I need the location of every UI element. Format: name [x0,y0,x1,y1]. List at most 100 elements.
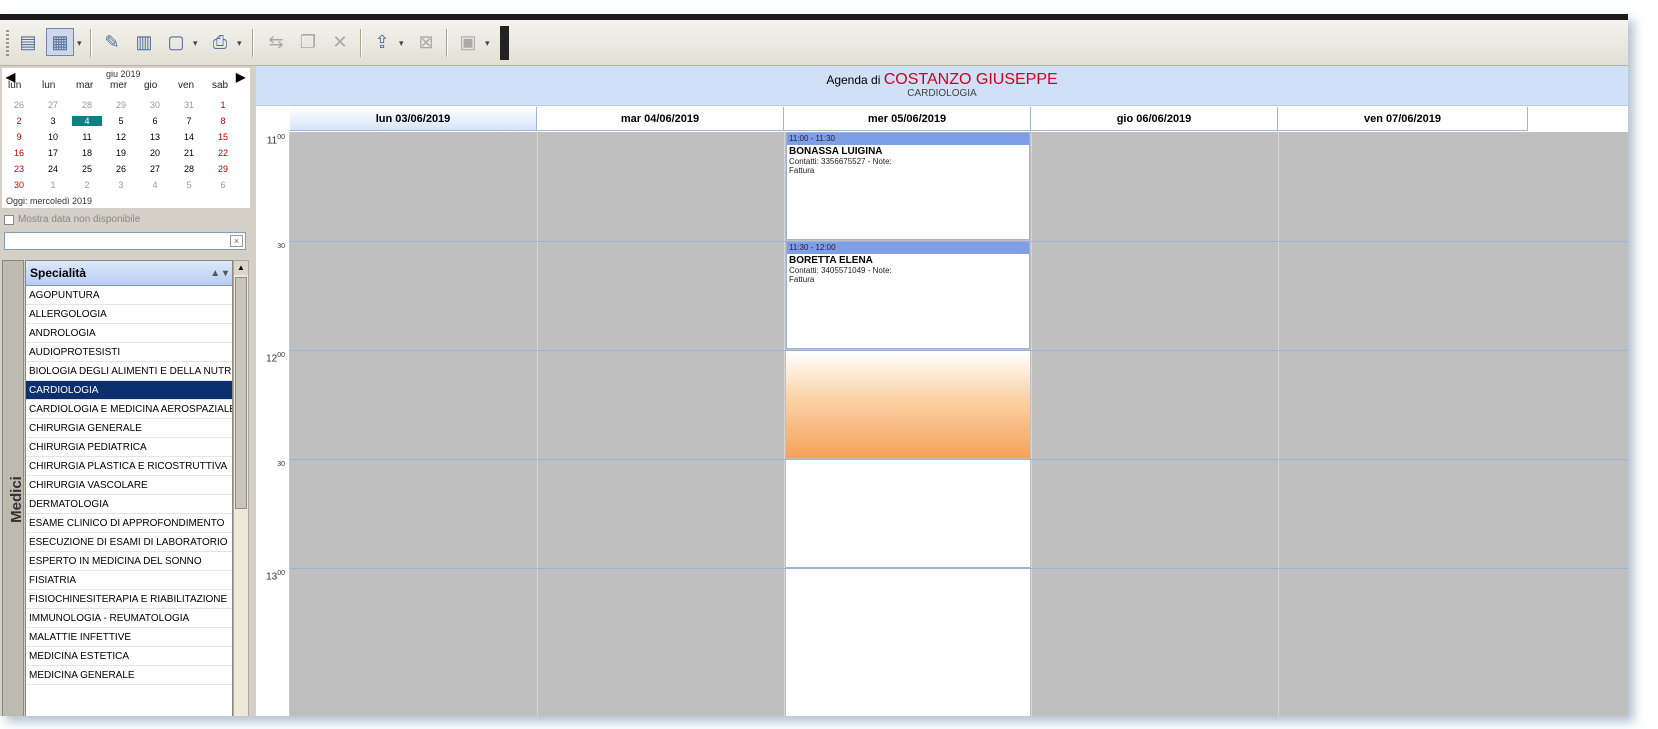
next-month-icon[interactable]: ▶ [236,70,245,84]
appointment[interactable]: 11:30 - 12:00 BORETTA ELENA Contatti: 3405… [786,241,1030,349]
scroll-up-icon[interactable]: ▲ [234,261,248,275]
calendar-month-label[interactable]: giu 2019 [106,69,141,79]
calendar-day[interactable]: 28 [174,164,204,174]
calendar-day[interactable]: 10 [38,132,68,142]
calendar-day[interactable]: 27 [140,164,170,174]
calendar-day[interactable]: 5 [106,116,136,126]
clear-icon[interactable]: × [230,235,243,247]
calendar-day[interactable]: 30 [140,100,170,110]
calendar-day[interactable]: 12 [106,132,136,142]
today-label[interactable]: Oggi: mercoledì 2019 [6,196,92,206]
calendar-day[interactable]: 13 [140,132,170,142]
day-header[interactable]: gio 06/06/2019 [1031,107,1278,131]
list-item[interactable]: DERMATOLOGIA [26,495,232,514]
list-item[interactable]: AUDIOPROTESISTI [26,343,232,362]
calendar-day[interactable]: 29 [208,164,238,174]
list-item[interactable]: BIOLOGIA DEGLI ALIMENTI E DELLA NUTR. [26,362,232,381]
calendar-day[interactable]: 7 [174,116,204,126]
calendar-day[interactable]: 31 [174,100,204,110]
settings-icon[interactable]: ▣ [454,28,482,56]
calendar-day[interactable]: 6 [140,116,170,126]
checkbox-icon[interactable] [4,214,14,225]
print-icon[interactable]: ⎙ [206,28,234,56]
calendar-day[interactable]: 4 [72,116,102,126]
calendar-day[interactable]: 16 [4,148,34,158]
document-icon[interactable]: ▥ [130,28,158,56]
chevron-down-icon[interactable]: ▾ [399,38,404,49]
list-item[interactable]: MEDICINA GENERALE [26,666,232,685]
list-item[interactable]: CHIRURGIA PLASTICA E RICOSTRUTTIVA [26,457,232,476]
list-item[interactable]: IMMUNOLOGIA - REUMATOLOGIA [26,609,232,628]
show-days-checkbox[interactable]: Mostra data non disponibile [4,214,140,225]
calendar-day[interactable]: 27 [38,100,68,110]
copy-appointment-icon[interactable]: ❐ [294,28,322,56]
calendar-day[interactable]: 29 [106,100,136,110]
calendar-day[interactable]: 30 [4,180,34,190]
sort-icon[interactable]: ▲ ▾ [210,261,228,286]
list-item[interactable]: CARDIOLOGIA [26,381,232,400]
week-view-icon[interactable]: ▦ [46,28,74,56]
calendar-day[interactable]: 2 [72,180,102,190]
calendar-day[interactable]: 28 [72,100,102,110]
excel-icon[interactable]: ⊠ [412,28,440,56]
unavailable-slot[interactable] [786,351,1030,458]
toolbar-grip[interactable] [6,30,9,56]
calendar-day[interactable]: 14 [174,132,204,142]
appointment[interactable]: 11:00 - 11:30 BONASSA LUIGINA Contatti: 33… [786,132,1030,240]
scrollbar-thumb[interactable] [235,277,247,509]
list-item[interactable]: ALLERGOLOGIA [26,305,232,324]
filter-input[interactable]: × [4,232,246,250]
day-header[interactable]: mar 04/06/2019 [537,107,784,131]
calendar-view-icon[interactable]: ▤ [14,28,42,56]
calendar-day[interactable]: 26 [106,164,136,174]
chevron-down-icon[interactable]: ▾ [193,38,198,49]
calendar-day[interactable]: 11 [72,132,102,142]
day-header[interactable]: mer 05/06/2019 [784,107,1031,131]
delete-icon[interactable]: ✕ [326,28,354,56]
calendar-day[interactable]: 24 [38,164,68,174]
calendar-day[interactable]: 9 [4,132,34,142]
specialita-scrollbar[interactable]: ▲ [233,260,249,716]
list-item[interactable]: CHIRURGIA VASCOLARE [26,476,232,495]
list-item[interactable]: ANDROLOGIA [26,324,232,343]
free-slot[interactable] [786,460,1030,568]
list-item[interactable]: ESAME CLINICO DI APPROFONDIMENTO [26,514,232,533]
calendar-day[interactable]: 19 [106,148,136,158]
calendar-day[interactable]: 3 [106,180,136,190]
calendar-day[interactable]: 1 [208,100,238,110]
chevron-down-icon[interactable]: ▾ [237,38,242,49]
free-slot[interactable] [786,569,1030,716]
calendar-day[interactable]: 17 [38,148,68,158]
calendar-day[interactable]: 21 [174,148,204,158]
calendar-day[interactable]: 6 [208,180,238,190]
list-item[interactable]: CARDIOLOGIA E MEDICINA AEROSPAZIALE [26,400,232,419]
specialita-header[interactable]: Specialità ▲ ▾ [26,261,232,286]
calendar-day[interactable]: 18 [72,148,102,158]
calendar-day[interactable]: 8 [208,116,238,126]
list-item[interactable]: FISIATRIA [26,571,232,590]
day-header[interactable]: lun 03/06/2019 [290,107,537,131]
list-item[interactable]: CHIRURGIA GENERALE [26,419,232,438]
chevron-down-icon[interactable]: ▾ [485,38,490,49]
export-icon[interactable]: ⇪ [368,28,396,56]
calendar-day[interactable]: 22 [208,148,238,158]
calendar-day[interactable]: 3 [38,116,68,126]
calendar-day[interactable]: 4 [140,180,170,190]
list-item[interactable]: MALATTIE INFETTIVE [26,628,232,647]
calendar-day[interactable]: 2 [4,116,34,126]
toolbar-overflow[interactable] [500,26,509,60]
calendar-day[interactable]: 25 [72,164,102,174]
calendar-day[interactable]: 26 [4,100,34,110]
list-item[interactable]: MEDICINA ESTETICA [26,647,232,666]
tab-medici[interactable]: Medici [2,260,25,716]
calendar-day[interactable]: 1 [38,180,68,190]
day-header[interactable]: ven 07/06/2019 [1278,107,1528,131]
patient-search-icon[interactable]: ✎ [98,28,126,56]
list-item[interactable]: AGOPUNTURA [26,286,232,305]
calendar-day[interactable]: 15 [208,132,238,142]
chevron-down-icon[interactable]: ▾ [77,38,82,49]
list-item[interactable]: ESPERTO IN MEDICINA DEL SONNO [26,552,232,571]
list-item[interactable]: ESECUZIONE DI ESAMI DI LABORATORIO [26,533,232,552]
calendar-day[interactable]: 23 [4,164,34,174]
list-item[interactable]: FISIOCHINESITERAPIA E RIABILITAZIONE [26,590,232,609]
